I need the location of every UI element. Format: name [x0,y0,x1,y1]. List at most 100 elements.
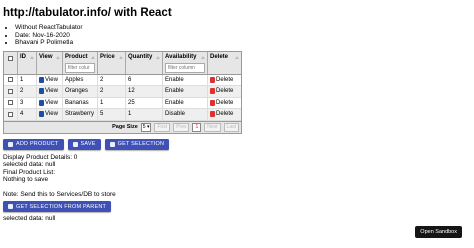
row-select-cell [4,86,18,97]
delete-link[interactable]: Delete [216,100,233,106]
page-size-value: 5 [142,123,146,130]
sort-icon [156,55,160,59]
status-texts: Display Product Details: 0 selected data… [3,154,463,184]
price-cell: 1 [98,97,126,108]
table-row[interactable]: 1 View Apples 2 6 Enable Delete [4,74,241,86]
select-all-header [4,51,18,74]
product-cell: Bananas [63,97,98,108]
view-link[interactable]: View [45,88,58,94]
row-select-cell [4,74,18,85]
delete-icon [210,88,215,95]
row-select-cell [4,97,18,108]
table-row[interactable]: 4 View Strawberry 5 1 Disable Delete [4,109,241,121]
row-checkbox[interactable] [8,111,13,117]
availability-filter-input[interactable] [165,62,205,73]
column-title: Availability [165,53,197,60]
id-cell: 3 [18,97,37,108]
selected-data-parent: selected data: null [3,215,56,222]
open-sandbox-button[interactable]: Open Sandbox [415,226,462,238]
product-cell: Oranges [63,86,98,97]
final-product-list: Final Product List: [3,168,56,176]
sort-icon [30,55,34,59]
next-page-button[interactable]: Next [204,122,221,132]
row-checkbox[interactable] [8,77,13,83]
id-cell: 4 [18,109,37,120]
sort-icon [119,55,123,59]
view-link[interactable]: View [45,111,58,117]
meta-item: Without ReactTabulator [15,24,463,32]
delete-link[interactable]: Delete [216,111,233,117]
column-header-product[interactable]: Product [63,51,98,74]
delete-cell[interactable]: Delete [208,98,241,109]
delete-link[interactable]: Delete [216,77,233,83]
select-all-checkbox[interactable] [8,55,13,61]
delete-link[interactable]: Delete [216,88,233,94]
page-1-button[interactable]: 1 [192,122,202,132]
meta-item: Bhavani P Polimetla [15,39,463,47]
sort-icon [201,55,205,59]
sort-icon [91,55,95,59]
note-text: Note: Send this to Services/DB to store [3,190,116,198]
availability-cell: Enable [163,74,208,85]
table-row[interactable]: 3 View Bananas 1 25 Enable Delete [4,97,241,109]
table-header: ID View Product Price Quantity Availabil… [4,51,241,75]
view-cell[interactable]: View [37,86,63,97]
sort-icon [56,55,60,59]
page-size-label: Page Size [112,124,138,130]
column-header-delete[interactable]: Delete [208,52,241,74]
price-cell: 2 [98,86,126,97]
id-cell: 1 [18,74,37,85]
view-link[interactable]: View [45,77,58,83]
row-checkbox[interactable] [8,100,13,106]
delete-cell[interactable]: Delete [208,86,241,97]
meta-item: Date: Nov-16-2020 [15,32,463,40]
column-header-price[interactable]: Price [98,51,126,74]
page: http://tabulator.info/ with React Withou… [3,0,463,222]
nothing-to-save: Nothing to save [3,176,49,183]
delete-cell[interactable]: Delete [208,75,241,86]
quantity-cell: 6 [126,74,163,85]
view-icon [39,111,44,118]
get-selection-label: GET SELECTION [117,141,165,147]
first-page-button[interactable]: First [154,122,171,132]
last-page-button[interactable]: Last [223,122,239,132]
product-table: ID View Product Price Quantity Availabil… [3,50,242,134]
get-selection-from-parent-button[interactable]: GET SELECTION FROM PARENT [3,201,112,212]
page-size-select[interactable]: 5 ▾ [140,122,152,132]
row-select-cell [4,109,18,120]
availability-cell: Disable [163,109,208,120]
action-buttons: ADD PRODUCT SAVE GET SELECTION [3,138,463,150]
view-cell[interactable]: View [37,109,63,120]
view-link[interactable]: View [45,100,58,106]
quantity-cell: 12 [126,86,163,97]
product-filter-input[interactable] [65,62,95,73]
add-product-label: ADD PRODUCT [16,141,59,147]
column-header-id[interactable]: ID [18,51,37,74]
view-cell[interactable]: View [37,97,63,108]
table-footer: Page Size 5 ▾ First Prev 1 Next Last [4,120,241,133]
quantity-cell: 1 [126,109,163,120]
get-selection-parent-label: GET SELECTION FROM PARENT [16,203,107,210]
view-icon [39,99,44,106]
column-header-availability[interactable]: Availability [163,51,208,74]
view-cell[interactable]: View [37,74,63,85]
save-button[interactable]: SAVE [67,138,101,150]
id-cell: 2 [18,86,37,97]
parent-buttons: GET SELECTION FROM PARENT [3,201,463,212]
column-header-quantity[interactable]: Quantity [126,51,163,74]
prev-page-button[interactable]: Prev [173,122,190,132]
selection-icon [8,204,13,209]
delete-cell[interactable]: Delete [208,109,241,120]
sort-icon [235,55,239,59]
availability-cell: Enable [163,86,208,97]
add-product-button[interactable]: ADD PRODUCT [3,138,64,150]
get-selection-button[interactable]: GET SELECTION [104,138,170,150]
selection-icon [109,141,115,147]
availability-cell: Enable [163,97,208,108]
product-cell: Apples [63,74,98,85]
table-row[interactable]: 2 View Oranges 2 12 Enable Delete [4,86,241,98]
row-checkbox[interactable] [8,88,13,94]
delete-icon [210,76,215,83]
column-header-view[interactable]: View [37,51,63,74]
delete-icon [210,111,215,118]
